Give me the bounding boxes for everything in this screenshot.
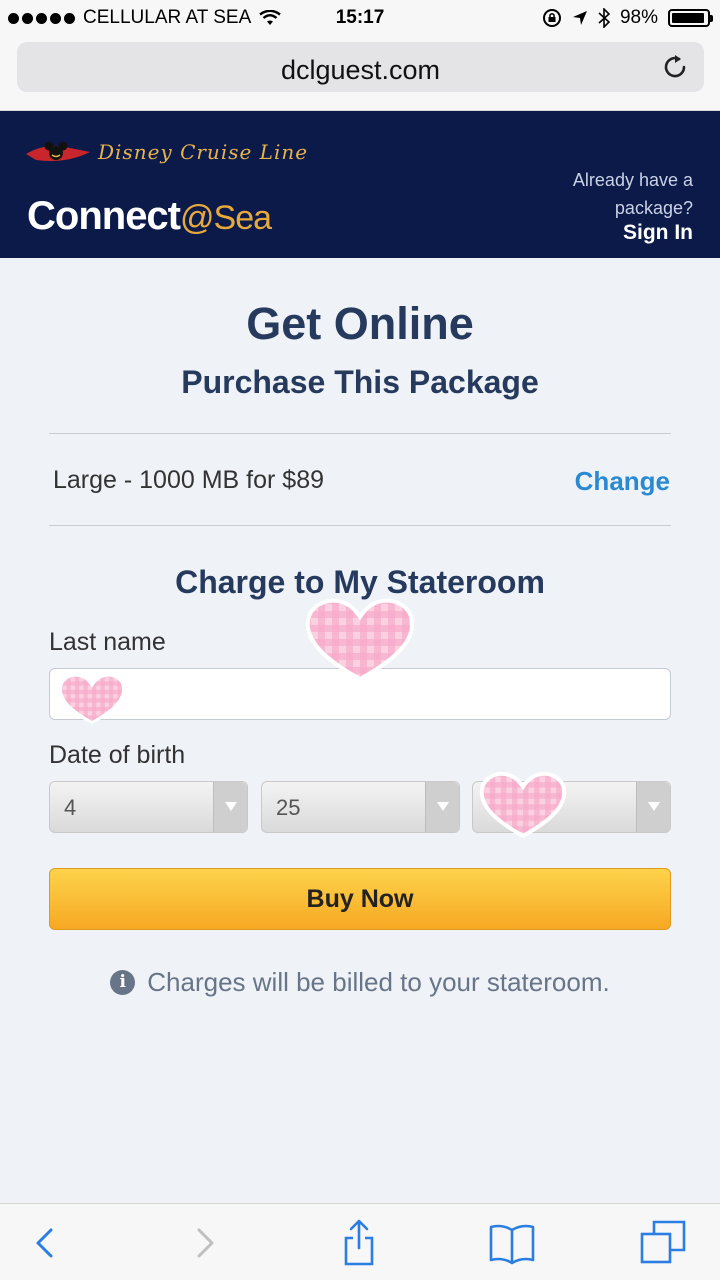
status-right: 98% bbox=[542, 7, 713, 29]
rotation-lock-icon bbox=[542, 9, 561, 27]
back-icon[interactable] bbox=[20, 1218, 70, 1268]
product-suffix: @Sea bbox=[180, 199, 272, 237]
address-bar[interactable]: dclguest.com bbox=[17, 42, 704, 92]
status-bar: CELLULAR AT SEA 15:17 98% bbox=[0, 0, 720, 36]
dob-month-select[interactable]: 4 bbox=[49, 781, 248, 833]
browser-toolbar bbox=[0, 1203, 720, 1280]
site-header: Disney Cruise Line Connect@Sea Already h… bbox=[0, 111, 720, 258]
browser-chrome: dclguest.com bbox=[0, 36, 720, 111]
last-name-label: Last name bbox=[49, 628, 166, 656]
page-subtitle: Purchase This Package bbox=[181, 364, 539, 400]
product-name: Connect bbox=[27, 194, 181, 238]
share-icon[interactable] bbox=[334, 1218, 384, 1268]
bookmarks-icon[interactable] bbox=[487, 1218, 537, 1268]
section-title: Charge to My Stateroom bbox=[175, 564, 545, 600]
tabs-icon[interactable] bbox=[638, 1218, 688, 1268]
mickey-ship-icon bbox=[26, 141, 90, 161]
package-description: Large - 1000 MB for $89 bbox=[53, 466, 324, 494]
heart-sticker-icon bbox=[305, 598, 415, 682]
battery-percent: 98% bbox=[619, 7, 658, 28]
dob-day-value: 25 bbox=[276, 795, 301, 820]
location-icon bbox=[572, 11, 587, 25]
page-title: Get Online bbox=[246, 298, 474, 349]
forward-icon[interactable] bbox=[180, 1218, 230, 1268]
divider bbox=[49, 525, 671, 526]
heart-sticker-icon bbox=[58, 673, 126, 725]
sign-in-link[interactable]: Sign In bbox=[623, 221, 693, 245]
brand-name: Disney Cruise Line bbox=[98, 140, 309, 164]
heart-sticker-icon bbox=[479, 771, 567, 839]
reload-icon[interactable] bbox=[660, 52, 690, 82]
battery-icon bbox=[668, 9, 713, 27]
url-text[interactable]: dclguest.com bbox=[17, 55, 704, 86]
dob-label: Date of birth bbox=[49, 741, 186, 769]
billing-note: i Charges will be billed to your statero… bbox=[0, 967, 720, 998]
change-package-link[interactable]: Change bbox=[575, 466, 670, 497]
dob-month-value: 4 bbox=[64, 795, 77, 820]
chevron-down-icon bbox=[636, 782, 670, 832]
divider bbox=[49, 433, 671, 434]
bluetooth-icon bbox=[598, 8, 610, 28]
dcl-logo[interactable]: Disney Cruise Line bbox=[26, 138, 308, 166]
buy-now-button[interactable]: Buy Now bbox=[49, 868, 671, 930]
chevron-down-icon bbox=[213, 782, 247, 832]
billing-note-text: Charges will be billed to your stateroom… bbox=[147, 967, 610, 997]
info-icon: i bbox=[110, 970, 136, 995]
dob-day-select[interactable]: 25 bbox=[261, 781, 460, 833]
already-have-package-text: Already have a package? bbox=[572, 170, 693, 218]
connect-sea-logo: Connect@Sea bbox=[27, 194, 272, 239]
chevron-down-icon bbox=[425, 782, 459, 832]
